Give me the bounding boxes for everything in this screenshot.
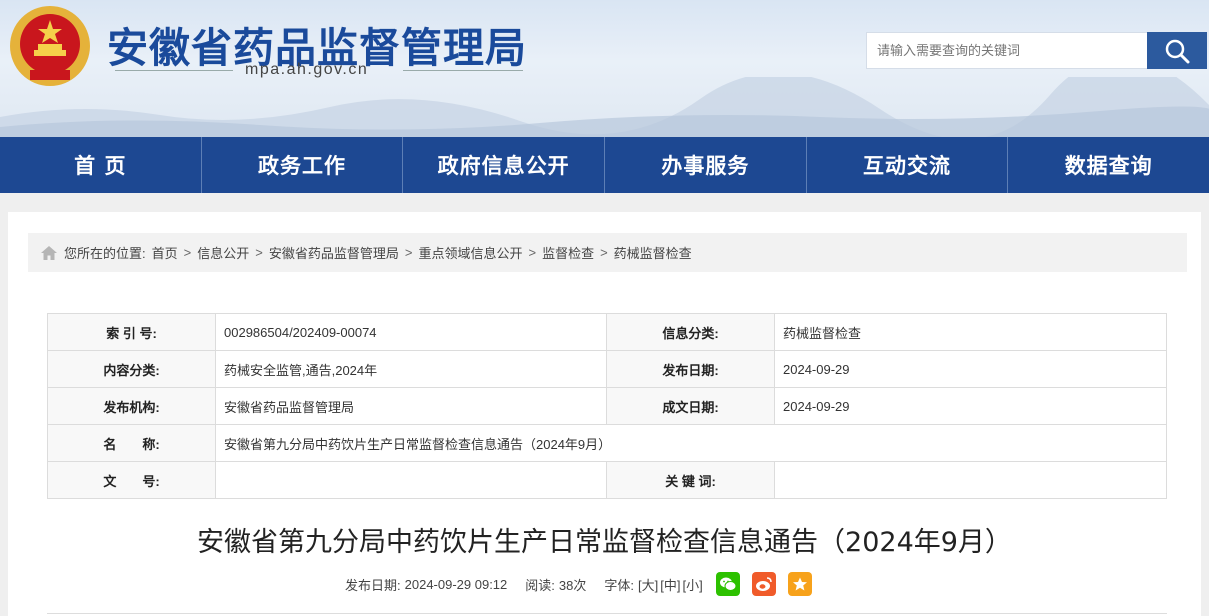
font-size-label: 字体:	[604, 577, 634, 593]
breadcrumb-info-disclosure[interactable]: 信息公开	[197, 243, 249, 262]
main-nav: 首 页 政务工作 政府信息公开 办事服务 互动交流 数据查询	[0, 137, 1209, 193]
article-title: 安徽省第九分局中药饮片生产日常监督检查信息通告（2024年9月）	[197, 527, 1012, 558]
site-header: 安徽省药品监督管理局 mpa.ah.gov.cn	[0, 0, 1209, 137]
breadcrumb-separator: >	[404, 245, 413, 260]
nav-interaction[interactable]: 互动交流	[807, 137, 1009, 193]
breadcrumb-supervision[interactable]: 监督检查	[542, 243, 594, 262]
keywords-label: 关 键 词:	[606, 461, 775, 499]
table-row: 名 称: 安徽省第九分局中药饮片生产日常监督检查信息通告（2024年9月）	[47, 424, 1167, 462]
site-domain: mpa.ah.gov.cn	[245, 61, 369, 78]
search-icon	[1165, 39, 1190, 63]
mountain-background	[0, 77, 1209, 137]
nav-data-query[interactable]: 数据查询	[1008, 137, 1209, 193]
national-emblem	[10, 6, 90, 86]
wechat-share-button[interactable]	[715, 572, 740, 596]
document-number-value	[215, 461, 607, 499]
document-meta-table: 索 引 号: 002986504/202409-00074 信息分类: 药械监督…	[47, 313, 1167, 499]
breadcrumb-drug-device[interactable]: 药械监督检查	[614, 243, 692, 262]
organization-label: 发布机构:	[47, 387, 216, 425]
domain-line-left	[115, 70, 233, 71]
table-row: 发布机构: 安徽省药品监督管理局 成文日期: 2024-09-29	[47, 387, 1167, 425]
nav-services[interactable]: 办事服务	[605, 137, 807, 193]
info-category-label: 信息分类:	[606, 313, 775, 351]
breadcrumb: 您所在的位置: 首页 > 信息公开 > 安徽省药品监督管理局 > 重点领域信息公…	[28, 233, 1187, 272]
table-row: 索 引 号: 002986504/202409-00074 信息分类: 药械监督…	[47, 313, 1167, 351]
wechat-icon	[719, 577, 737, 591]
index-label: 索 引 号:	[47, 313, 216, 351]
breadcrumb-home[interactable]: 首页	[152, 243, 178, 262]
info-category-value: 药械监督检查	[774, 313, 1167, 351]
read-count-value: 38次	[558, 577, 587, 593]
font-small-button[interactable]: [小]	[682, 575, 702, 594]
star-icon	[792, 577, 807, 591]
table-row: 内容分类: 药械安全监管,通告,2024年 发布日期: 2024-09-29	[47, 350, 1167, 388]
content-category-value: 药械安全监管,通告,2024年	[215, 350, 607, 388]
organization-value: 安徽省药品监督管理局	[215, 387, 607, 425]
breadcrumb-agency[interactable]: 安徽省药品监督管理局	[269, 243, 399, 262]
publish-time-label: 发布日期:	[345, 577, 401, 593]
weibo-share-button[interactable]	[751, 572, 776, 596]
home-icon	[40, 245, 58, 261]
name-value: 安徽省第九分局中药饮片生产日常监督检查信息通告（2024年9月）	[215, 424, 1167, 462]
name-label: 名 称:	[47, 424, 216, 462]
nav-government-work[interactable]: 政务工作	[202, 137, 404, 193]
favorite-button[interactable]	[787, 572, 812, 596]
search-button[interactable]	[1147, 32, 1207, 69]
font-large-button[interactable]: [大]	[638, 575, 658, 594]
divider	[47, 613, 1167, 614]
publish-date-value: 2024-09-29	[774, 350, 1167, 388]
document-number-label: 文 号:	[47, 461, 216, 499]
document-date-value: 2024-09-29	[774, 387, 1167, 425]
publish-time-value: 2024-09-29 09:12	[404, 576, 508, 592]
content-category-label: 内容分类:	[47, 350, 216, 388]
publish-date-label: 发布日期:	[606, 350, 775, 388]
breadcrumb-key-areas[interactable]: 重点领域信息公开	[418, 243, 522, 262]
index-value: 002986504/202409-00074	[215, 313, 607, 351]
domain-line-right	[403, 70, 523, 71]
breadcrumb-separator: >	[528, 245, 537, 260]
weibo-icon	[755, 577, 772, 591]
nav-home[interactable]: 首 页	[0, 137, 202, 193]
content-panel: 您所在的位置: 首页 > 信息公开 > 安徽省药品监督管理局 > 重点领域信息公…	[8, 212, 1201, 616]
breadcrumb-separator: >	[255, 245, 263, 260]
document-date-label: 成文日期:	[606, 387, 775, 425]
font-medium-button[interactable]: [中]	[660, 575, 680, 594]
nav-info-disclosure[interactable]: 政府信息公开	[403, 137, 606, 193]
breadcrumb-separator: >	[183, 245, 192, 260]
keywords-value	[774, 461, 1167, 499]
breadcrumb-prefix: 您所在的位置:	[64, 246, 146, 261]
article-info-bar: 发布日期: 2024-09-29 09:12 阅读: 38次 字体: [大] […	[345, 572, 812, 596]
table-row: 文 号: 关 键 词:	[47, 461, 1167, 499]
search-input[interactable]	[866, 32, 1148, 69]
read-count-label: 阅读:	[525, 577, 555, 593]
breadcrumb-separator: >	[600, 245, 608, 260]
